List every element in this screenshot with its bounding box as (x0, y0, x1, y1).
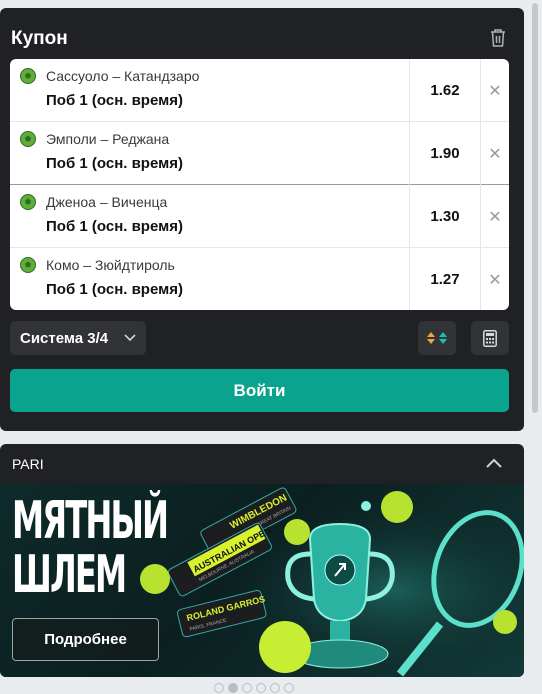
sort-arrows-icon (427, 332, 447, 344)
bet-market: Поб 1 (осн. время) (46, 281, 183, 298)
pari-title: PARI (12, 456, 44, 472)
carousel-dot[interactable] (256, 683, 266, 693)
tennis-ball (284, 519, 310, 545)
bet-row: Дженоа – Виченца Поб 1 (осн. время) 1.30… (10, 185, 509, 248)
carousel-dot[interactable] (242, 683, 252, 693)
system-select-label: Система 3/4 (20, 329, 109, 347)
odds-value[interactable]: 1.30 (409, 185, 481, 248)
soccer-ball-icon (20, 194, 36, 210)
odds-value[interactable]: 1.62 (409, 59, 481, 122)
system-select[interactable]: Система 3/4 (10, 321, 146, 355)
carousel-dot-active[interactable] (228, 683, 238, 693)
sort-odds-button[interactable] (418, 321, 456, 355)
carousel-dots (214, 683, 294, 693)
bet-row: Эмполи – Реджана Поб 1 (осн. время) 1.90… (10, 122, 509, 185)
bet-list: Сассуоло – Катандзаро Поб 1 (осн. время)… (10, 59, 509, 310)
tennis-ball (259, 621, 311, 673)
calculator-button[interactable] (471, 321, 509, 355)
close-icon[interactable]: ✕ (481, 248, 509, 310)
login-button[interactable]: Войти (10, 369, 509, 412)
soccer-ball-icon (20, 131, 36, 147)
promo-banner[interactable]: МЯТНЫЙ ШЛЕМ WIMBLEDON LONDON, GREAT BRIT… (0, 484, 524, 677)
more-button[interactable]: Подробнее (12, 618, 159, 661)
soccer-ball-icon (20, 68, 36, 84)
scrollbar-thumb[interactable] (532, 3, 538, 413)
coupon-title: Купон (11, 28, 68, 49)
bet-row: Комо – Зюйдтироль Поб 1 (осн. время) 1.2… (10, 248, 509, 310)
tennis-ball (381, 491, 413, 523)
bet-market: Поб 1 (осн. время) (46, 155, 183, 172)
chevron-up-icon[interactable] (485, 456, 503, 470)
scrollbar[interactable] (531, 0, 540, 694)
tennis-ball (140, 564, 170, 594)
bet-market: Поб 1 (осн. время) (46, 218, 183, 235)
trash-icon[interactable] (489, 28, 507, 48)
match-name: Эмполи – Реджана (46, 131, 170, 147)
carousel-dot[interactable] (214, 683, 224, 693)
bet-market: Поб 1 (осн. время) (46, 92, 183, 109)
coupon-panel: Купон Сассуоло – Катандзаро Поб 1 (осн. … (0, 8, 524, 431)
pari-panel: PARI МЯТНЫЙ ШЛЕМ WIMBLEDON LONDON, GREAT… (0, 444, 524, 677)
match-name: Сассуоло – Катандзаро (46, 68, 200, 84)
soccer-ball-icon (20, 257, 36, 273)
odds-value[interactable]: 1.90 (409, 122, 481, 185)
match-name: Комо – Зюйдтироль (46, 257, 175, 273)
carousel-dot[interactable] (284, 683, 294, 693)
match-name: Дженоа – Виченца (46, 194, 168, 210)
close-icon[interactable]: ✕ (481, 185, 509, 248)
close-icon[interactable]: ✕ (481, 122, 509, 185)
carousel-dot[interactable] (270, 683, 280, 693)
calculator-icon (483, 329, 497, 347)
bet-row: Сассуоло – Катандзаро Поб 1 (осн. время)… (10, 59, 509, 122)
tennis-ball (493, 610, 517, 634)
odds-value[interactable]: 1.27 (409, 248, 481, 310)
close-icon[interactable]: ✕ (481, 59, 509, 122)
chevron-down-icon (124, 334, 136, 342)
